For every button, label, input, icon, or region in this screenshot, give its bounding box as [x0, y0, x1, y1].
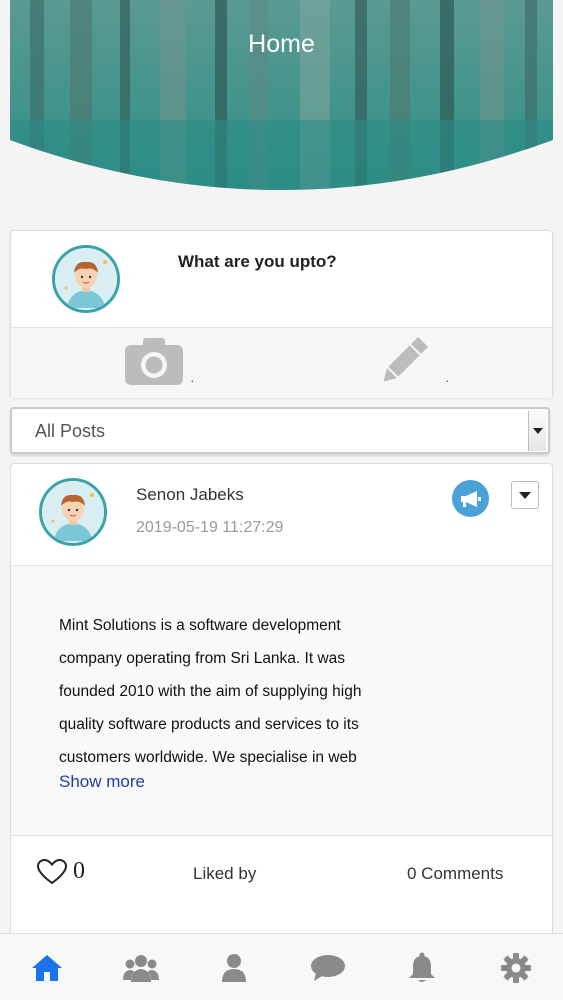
user-icon	[222, 954, 246, 982]
show-more-link[interactable]: Show more	[59, 772, 145, 792]
post-text-line: founded 2010 with the aim of supplying h…	[59, 683, 362, 700]
like-count: 0	[73, 858, 85, 884]
post-text-line: quality software products and services t…	[59, 716, 359, 733]
post-author-avatar[interactable]	[39, 478, 107, 546]
photo-action-suffix: .	[190, 371, 194, 385]
announcement-button[interactable]	[452, 480, 489, 517]
chat-icon	[311, 955, 345, 981]
post-text-line: company operating from Sri Lanka. It was	[59, 650, 346, 667]
post-timestamp: 2019-05-19 11:27:29	[136, 519, 284, 536]
post-text-line: customers worldwide. We specialise in we…	[59, 749, 357, 766]
post-filter-value: All Posts	[35, 421, 106, 441]
comments-link[interactable]: 0 Comments	[407, 864, 503, 884]
post-card: Senon Jabeks 2019-05-19 11:27:29 Mint So…	[10, 463, 553, 943]
page-title: Home	[248, 30, 315, 58]
post-text: Mint Solutions is a software development…	[59, 609, 399, 774]
bell-icon	[409, 952, 435, 982]
header-banner: Home	[10, 0, 553, 190]
home-icon	[32, 955, 62, 981]
post-author-name[interactable]: Senon Jabeks	[136, 485, 244, 505]
write-post-button[interactable]: .	[379, 336, 449, 391]
nav-home[interactable]	[27, 948, 67, 988]
nav-messages[interactable]	[308, 948, 348, 988]
composer-actions: . .	[11, 328, 552, 398]
composer-prompt[interactable]: What are you upto?	[178, 252, 337, 272]
post-header: Senon Jabeks 2019-05-19 11:27:29	[11, 464, 552, 566]
post-text-line: Mint Solutions is a software development	[59, 617, 341, 634]
gear-icon	[501, 953, 531, 983]
nav-groups[interactable]	[121, 948, 161, 988]
liked-by-link[interactable]: Liked by	[193, 864, 256, 884]
pencil-icon	[383, 336, 429, 382]
bottom-navigation	[0, 933, 563, 1000]
forest-banner-image	[10, 0, 553, 190]
heart-icon	[37, 858, 67, 884]
post-composer: What are you upto? . .	[10, 230, 553, 398]
camera-icon	[125, 338, 183, 385]
home-screen: Home What are you upto? . . All Posts Se…	[0, 0, 563, 1000]
post-filter-select[interactable]: All Posts	[10, 407, 550, 454]
dropdown-arrow-icon[interactable]	[528, 411, 546, 451]
nav-notifications[interactable]	[402, 948, 442, 988]
add-photo-button[interactable]: .	[124, 336, 194, 391]
post-options-button[interactable]	[511, 481, 539, 509]
nav-settings[interactable]	[496, 948, 536, 988]
megaphone-icon	[460, 490, 481, 507]
composer-header: What are you upto?	[11, 231, 552, 328]
user-avatar-icon	[42, 481, 104, 543]
chevron-down-icon	[519, 491, 531, 499]
post-body: Mint Solutions is a software development…	[11, 566, 552, 836]
post-footer: 0 Liked by 0 Comments	[11, 836, 552, 943]
user-avatar-icon	[55, 248, 117, 310]
group-icon	[123, 955, 159, 982]
nav-profile[interactable]	[214, 948, 254, 988]
like-button[interactable]: 0	[37, 858, 85, 885]
avatar[interactable]	[52, 245, 120, 313]
write-action-suffix: .	[445, 371, 449, 385]
